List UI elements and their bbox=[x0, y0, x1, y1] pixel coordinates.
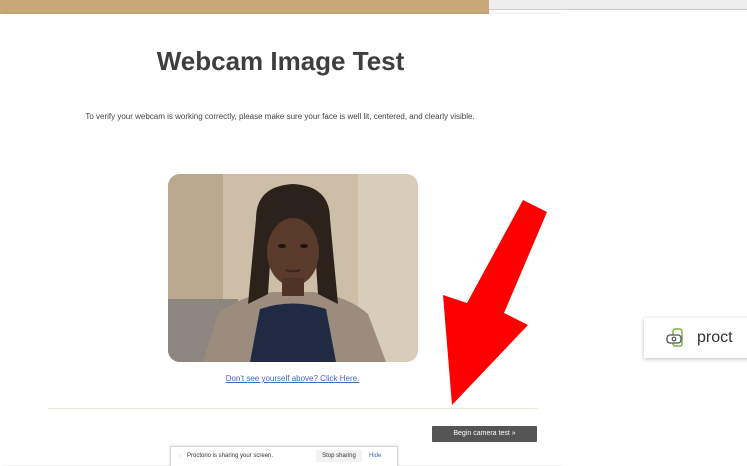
instructions-text: To verify your webcam is working correct… bbox=[85, 112, 475, 121]
webcam-image bbox=[168, 174, 418, 362]
share-message: Proctorio is sharing your screen. bbox=[187, 453, 274, 459]
proctorio-logo-icon bbox=[666, 328, 683, 347]
page-title: Webcam Image Test bbox=[156, 46, 405, 76]
hide-button[interactable]: Hide bbox=[369, 453, 381, 459]
top-accent-strip bbox=[0, 0, 489, 14]
stop-sharing-button[interactable]: Stop sharing bbox=[316, 450, 362, 462]
webcam-preview bbox=[168, 174, 418, 362]
begin-camera-test-button[interactable]: Begin camera test » bbox=[432, 426, 537, 442]
top-right-strip bbox=[489, 0, 747, 10]
proctorio-badge[interactable]: proct bbox=[644, 318, 747, 358]
screen-share-bar: ⁙ Proctorio is sharing your screen. Stop… bbox=[170, 446, 398, 466]
proctorio-badge-text: proct bbox=[697, 329, 733, 346]
side-area bbox=[561, 10, 747, 465]
red-arrow-icon bbox=[443, 200, 547, 405]
drag-handle-icon[interactable]: ⁙ bbox=[177, 453, 182, 460]
